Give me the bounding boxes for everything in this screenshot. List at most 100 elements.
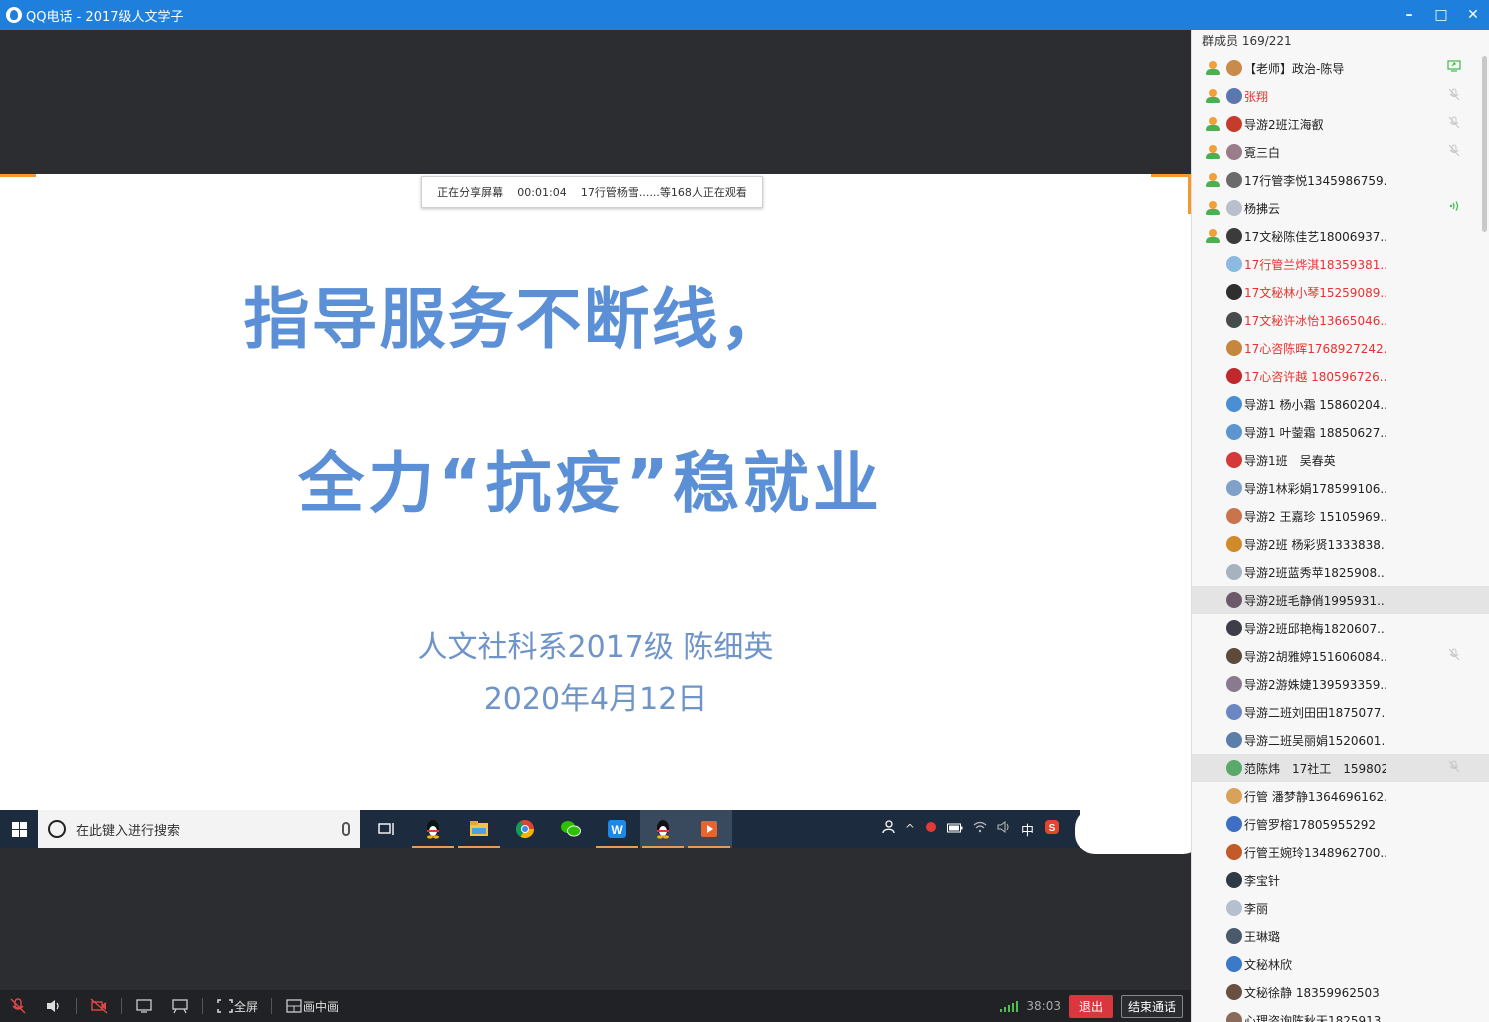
member-row[interactable]: 导游2班毛静俏1995931... (1192, 586, 1489, 614)
member-row[interactable]: 杨拂云 (1192, 194, 1489, 222)
avatar (1226, 872, 1242, 888)
member-row[interactable]: 导游2 王嘉珍 15105969... (1192, 502, 1489, 530)
member-row[interactable]: 【老师】政治-陈导 (1192, 54, 1489, 82)
minimize-button[interactable]: – (1393, 0, 1425, 30)
task-view-icon[interactable] (364, 810, 410, 848)
member-row[interactable]: 17行管兰烨淇18359381... (1192, 250, 1489, 278)
fullscreen-button[interactable]: 全屏 (207, 990, 267, 1022)
avatar (1226, 676, 1242, 692)
file-explorer-icon[interactable] (456, 810, 502, 848)
member-row[interactable]: 17心咨陈晖1768927242... (1192, 334, 1489, 362)
user-online-icon (1205, 956, 1221, 972)
windows-start-icon[interactable] (0, 810, 38, 848)
member-name: 张翔 (1244, 89, 1269, 104)
avatar (1226, 256, 1242, 272)
maximize-button[interactable]: □ (1425, 0, 1457, 30)
tray-expand-icon[interactable]: ^ (905, 822, 915, 836)
member-row[interactable]: 导游2班 杨彩贤1333838... (1192, 530, 1489, 558)
avatar (1226, 228, 1242, 244)
fullscreen-label: 全屏 (234, 999, 259, 1014)
member-row[interactable]: 导游2班邱艳梅1820607... (1192, 614, 1489, 642)
member-row[interactable]: 行管王婉玲1348962700... (1192, 838, 1489, 866)
member-name: 导游2班 杨彩贤1333838... (1244, 537, 1386, 552)
member-row[interactable]: 行管 潘梦静1364696162... (1192, 782, 1489, 810)
member-row[interactable]: 导游2胡雅婷151606084... (1192, 642, 1489, 670)
qq-active-icon[interactable] (640, 810, 686, 848)
slide-date: 2020年4月12日 (483, 682, 708, 717)
speaker-icon (47, 1000, 59, 1012)
exit-button[interactable]: 退出 (1068, 994, 1113, 1018)
user-online-icon (1205, 480, 1221, 496)
member-row[interactable]: 覔三白 (1192, 138, 1489, 166)
member-name: 行管 潘梦静1364696162... (1244, 789, 1386, 804)
wifi-icon[interactable] (973, 821, 987, 837)
member-row[interactable]: 导游1林彩娟178599106... (1192, 474, 1489, 502)
whiteboard-button[interactable] (162, 990, 198, 1022)
member-row[interactable]: 李丽 (1192, 894, 1489, 922)
member-row[interactable]: 心理咨询陈秋天1825913... (1192, 1006, 1489, 1022)
avatar (1226, 620, 1242, 636)
end-call-button[interactable]: 结束通话 (1120, 994, 1183, 1018)
fullscreen-icon (217, 999, 233, 1013)
member-row[interactable]: 导游1 叶蓥霜 18850627... (1192, 418, 1489, 446)
sogou-icon[interactable]: S (1044, 819, 1060, 839)
qq-taskbar-icon[interactable] (410, 810, 456, 848)
user-online-icon (1205, 60, 1221, 76)
member-name: 导游二班吴丽娟1520601... (1244, 733, 1386, 748)
svg-text:W: W (611, 823, 623, 837)
volume-icon[interactable] (997, 821, 1011, 837)
member-row[interactable]: 导游2班江海叡 (1192, 110, 1489, 138)
tray-app-icon[interactable] (925, 821, 937, 837)
avatar (1226, 1012, 1242, 1022)
avatar (1226, 536, 1242, 552)
avatar (1226, 508, 1242, 524)
member-row[interactable]: 17文秘林小琴15259089... (1192, 278, 1489, 306)
member-row[interactable]: 导游二班刘田田1875077... (1192, 698, 1489, 726)
battery-icon[interactable] (946, 822, 963, 837)
member-row[interactable]: 导游2游姝婕139593359... (1192, 670, 1489, 698)
speaker-button[interactable] (36, 990, 72, 1022)
pip-icon (286, 999, 302, 1013)
camera-off-button[interactable] (81, 990, 117, 1022)
member-row[interactable]: 导游二班吴丽娟1520601... (1192, 726, 1489, 754)
share-screen-button[interactable] (126, 990, 162, 1022)
member-name: 文秘林欣 (1244, 957, 1293, 972)
member-row[interactable]: 导游2班蓝秀苹1825908... (1192, 558, 1489, 586)
member-row[interactable]: 导游1班 吴春英 (1192, 446, 1489, 474)
wps-icon[interactable]: W (594, 810, 640, 848)
member-row[interactable]: 17文秘陈佳艺18006937... (1192, 222, 1489, 250)
people-icon[interactable] (881, 820, 895, 838)
mic-muted-icon (1447, 760, 1461, 774)
chrome-icon[interactable] (502, 810, 548, 848)
pip-button[interactable]: 画中画 (276, 990, 348, 1022)
member-row[interactable]: 范陈炜 17社工 159802... (1192, 754, 1489, 782)
user-online-icon (1205, 256, 1221, 272)
member-row[interactable]: 行管罗榕17805955292 (1192, 810, 1489, 838)
member-name: 导游1 杨小霜 15860204... (1244, 397, 1386, 412)
member-list-scrollbar[interactable] (1482, 56, 1487, 232)
user-online-icon (1205, 816, 1221, 832)
member-row[interactable]: 17行管李悦1345986759... (1192, 166, 1489, 194)
ime-indicator[interactable]: 中 (1021, 820, 1034, 839)
member-name: 17行管兰烨淇18359381... (1244, 257, 1386, 272)
user-online-icon (1205, 900, 1221, 916)
user-online-icon (1205, 452, 1221, 468)
member-row[interactable]: 文秘林欣 (1192, 950, 1489, 978)
member-row[interactable]: 导游1 杨小霜 15860204... (1192, 390, 1489, 418)
member-row[interactable]: 王琳璐 (1192, 922, 1489, 950)
member-row[interactable]: 李宝针 (1192, 866, 1489, 894)
media-player-icon[interactable] (686, 810, 732, 848)
member-name: 17心咨陈晖1768927242... (1244, 341, 1386, 356)
member-row[interactable]: 17心咨许越 180596726... (1192, 362, 1489, 390)
member-row[interactable]: 17文秘许冰怡13665046... (1192, 306, 1489, 334)
wechat-icon[interactable] (548, 810, 594, 848)
mute-mic-button[interactable] (0, 990, 36, 1022)
member-row[interactable]: 文秘徐静 18359962503 (1192, 978, 1489, 1006)
avatar (1226, 704, 1242, 720)
svg-text:S: S (1049, 823, 1056, 834)
taskbar-search[interactable]: 在此键入进行搜索 (38, 810, 360, 848)
avatar (1226, 172, 1242, 188)
member-name: 17文秘许冰怡13665046... (1244, 313, 1386, 328)
member-row[interactable]: 张翔 (1192, 82, 1489, 110)
close-button[interactable]: ✕ (1457, 0, 1489, 30)
